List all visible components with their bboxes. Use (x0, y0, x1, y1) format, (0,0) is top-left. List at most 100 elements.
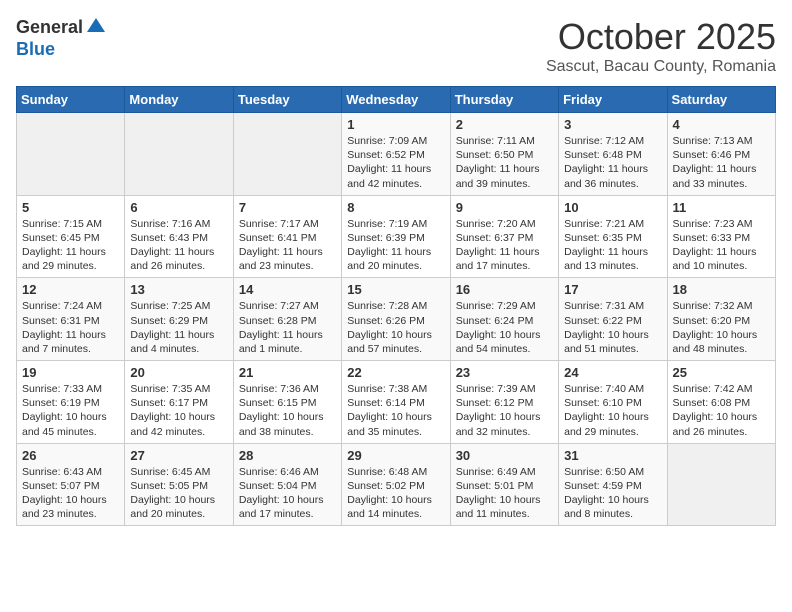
day-info: Sunrise: 7:35 AM Sunset: 6:17 PM Dayligh… (130, 382, 227, 439)
day-info: Sunrise: 7:20 AM Sunset: 6:37 PM Dayligh… (456, 217, 553, 274)
calendar-cell: 30 Sunrise: 6:49 AM Sunset: 5:01 PM Dayli… (450, 443, 558, 526)
calendar-cell: 11 Sunrise: 7:23 AM Sunset: 6:33 PM Dayli… (667, 195, 775, 278)
calendar-cell (667, 443, 775, 526)
day-info: Sunrise: 7:23 AM Sunset: 6:33 PM Dayligh… (673, 217, 770, 274)
day-number: 27 (130, 448, 227, 463)
calendar-cell: 21 Sunrise: 7:36 AM Sunset: 6:15 PM Dayli… (233, 361, 341, 444)
title-block: October 2025 Sascut, Bacau County, Roman… (546, 16, 776, 76)
logo-general: General (16, 17, 83, 38)
day-number: 16 (456, 282, 553, 297)
calendar-cell: 19 Sunrise: 7:33 AM Sunset: 6:19 PM Dayli… (17, 361, 125, 444)
day-info: Sunrise: 7:09 AM Sunset: 6:52 PM Dayligh… (347, 134, 444, 191)
calendar-cell: 2 Sunrise: 7:11 AM Sunset: 6:50 PM Daylig… (450, 113, 558, 196)
day-info: Sunrise: 7:39 AM Sunset: 6:12 PM Dayligh… (456, 382, 553, 439)
calendar-cell: 20 Sunrise: 7:35 AM Sunset: 6:17 PM Dayli… (125, 361, 233, 444)
day-number: 31 (564, 448, 661, 463)
day-number: 14 (239, 282, 336, 297)
day-info: Sunrise: 6:43 AM Sunset: 5:07 PM Dayligh… (22, 465, 119, 522)
weekday-header-thursday: Thursday (450, 87, 558, 113)
calendar-table: SundayMondayTuesdayWednesdayThursdayFrid… (16, 86, 776, 526)
page-header: General Blue October 2025 Sascut, Bacau … (16, 16, 776, 76)
weekday-header-tuesday: Tuesday (233, 87, 341, 113)
calendar-cell: 1 Sunrise: 7:09 AM Sunset: 6:52 PM Daylig… (342, 113, 450, 196)
day-info: Sunrise: 7:27 AM Sunset: 6:28 PM Dayligh… (239, 299, 336, 356)
weekday-header-monday: Monday (125, 87, 233, 113)
day-info: Sunrise: 7:32 AM Sunset: 6:20 PM Dayligh… (673, 299, 770, 356)
day-info: Sunrise: 7:12 AM Sunset: 6:48 PM Dayligh… (564, 134, 661, 191)
day-number: 1 (347, 117, 444, 132)
day-number: 19 (22, 365, 119, 380)
calendar-cell: 24Sunrise: 7:40 AM Sunset: 6:10 PM Dayli… (559, 361, 667, 444)
calendar-cell: 9 Sunrise: 7:20 AM Sunset: 6:37 PM Daylig… (450, 195, 558, 278)
day-info: Sunrise: 6:46 AM Sunset: 5:04 PM Dayligh… (239, 465, 336, 522)
day-number: 15 (347, 282, 444, 297)
calendar-cell: 28 Sunrise: 6:46 AM Sunset: 5:04 PM Dayli… (233, 443, 341, 526)
day-info: Sunrise: 7:36 AM Sunset: 6:15 PM Dayligh… (239, 382, 336, 439)
day-number: 4 (673, 117, 770, 132)
day-number: 10 (564, 200, 661, 215)
day-number: 21 (239, 365, 336, 380)
day-number: 20 (130, 365, 227, 380)
day-info: Sunrise: 7:17 AM Sunset: 6:41 PM Dayligh… (239, 217, 336, 274)
calendar-cell: 8 Sunrise: 7:19 AM Sunset: 6:39 PM Daylig… (342, 195, 450, 278)
day-info: Sunrise: 7:29 AM Sunset: 6:24 PM Dayligh… (456, 299, 553, 356)
calendar-cell: 14 Sunrise: 7:27 AM Sunset: 6:28 PM Dayli… (233, 278, 341, 361)
day-info: Sunrise: 7:21 AM Sunset: 6:35 PM Dayligh… (564, 217, 661, 274)
day-info: Sunrise: 7:38 AM Sunset: 6:14 PM Dayligh… (347, 382, 444, 439)
day-number: 8 (347, 200, 444, 215)
calendar-cell: 15 Sunrise: 7:28 AM Sunset: 6:26 PM Dayli… (342, 278, 450, 361)
calendar-cell: 23Sunrise: 7:39 AM Sunset: 6:12 PM Dayli… (450, 361, 558, 444)
day-info: Sunrise: 6:45 AM Sunset: 5:05 PM Dayligh… (130, 465, 227, 522)
day-info: Sunrise: 7:24 AM Sunset: 6:31 PM Dayligh… (22, 299, 119, 356)
calendar-cell: 5 Sunrise: 7:15 AM Sunset: 6:45 PM Daylig… (17, 195, 125, 278)
day-info: Sunrise: 7:25 AM Sunset: 6:29 PM Dayligh… (130, 299, 227, 356)
month-title: October 2025 (546, 16, 776, 58)
calendar-cell: 6 Sunrise: 7:16 AM Sunset: 6:43 PM Daylig… (125, 195, 233, 278)
calendar-cell: 17 Sunrise: 7:31 AM Sunset: 6:22 PM Dayli… (559, 278, 667, 361)
calendar-week-row: 26Sunrise: 6:43 AM Sunset: 5:07 PM Dayli… (17, 443, 776, 526)
calendar-cell: 12Sunrise: 7:24 AM Sunset: 6:31 PM Dayli… (17, 278, 125, 361)
location-subtitle: Sascut, Bacau County, Romania (546, 58, 776, 76)
calendar-cell: 31 Sunrise: 6:50 AM Sunset: 4:59 PM Dayli… (559, 443, 667, 526)
day-number: 6 (130, 200, 227, 215)
calendar-cell: 27 Sunrise: 6:45 AM Sunset: 5:05 PM Dayli… (125, 443, 233, 526)
weekday-header-wednesday: Wednesday (342, 87, 450, 113)
day-number: 7 (239, 200, 336, 215)
day-info: Sunrise: 7:31 AM Sunset: 6:22 PM Dayligh… (564, 299, 661, 356)
day-number: 13 (130, 282, 227, 297)
calendar-cell (17, 113, 125, 196)
day-number: 5 (22, 200, 119, 215)
day-info: Sunrise: 6:50 AM Sunset: 4:59 PM Dayligh… (564, 465, 661, 522)
day-number: 2 (456, 117, 553, 132)
calendar-cell: 7 Sunrise: 7:17 AM Sunset: 6:41 PM Daylig… (233, 195, 341, 278)
day-info: Sunrise: 6:48 AM Sunset: 5:02 PM Dayligh… (347, 465, 444, 522)
day-number: 17 (564, 282, 661, 297)
calendar-week-row: 19 Sunrise: 7:33 AM Sunset: 6:19 PM Dayli… (17, 361, 776, 444)
weekday-header-saturday: Saturday (667, 87, 775, 113)
day-number: 25 (673, 365, 770, 380)
day-info: Sunrise: 7:33 AM Sunset: 6:19 PM Dayligh… (22, 382, 119, 439)
day-number: 28 (239, 448, 336, 463)
day-info: Sunrise: 7:16 AM Sunset: 6:43 PM Dayligh… (130, 217, 227, 274)
logo-blue: Blue (16, 39, 55, 59)
day-info: Sunrise: 7:15 AM Sunset: 6:45 PM Dayligh… (22, 217, 119, 274)
calendar-cell (125, 113, 233, 196)
day-number: 9 (456, 200, 553, 215)
calendar-cell: 13 Sunrise: 7:25 AM Sunset: 6:29 PM Dayli… (125, 278, 233, 361)
day-number: 11 (673, 200, 770, 215)
day-info: Sunrise: 6:49 AM Sunset: 5:01 PM Dayligh… (456, 465, 553, 522)
day-number: 30 (456, 448, 553, 463)
day-info: Sunrise: 7:19 AM Sunset: 6:39 PM Dayligh… (347, 217, 444, 274)
calendar-week-row: 12Sunrise: 7:24 AM Sunset: 6:31 PM Dayli… (17, 278, 776, 361)
day-info: Sunrise: 7:28 AM Sunset: 6:26 PM Dayligh… (347, 299, 444, 356)
weekday-header-sunday: Sunday (17, 87, 125, 113)
calendar-cell: 3Sunrise: 7:12 AM Sunset: 6:48 PM Daylig… (559, 113, 667, 196)
calendar-cell: 10 Sunrise: 7:21 AM Sunset: 6:35 PM Dayli… (559, 195, 667, 278)
calendar-week-row: 5 Sunrise: 7:15 AM Sunset: 6:45 PM Daylig… (17, 195, 776, 278)
day-number: 18 (673, 282, 770, 297)
day-info: Sunrise: 7:11 AM Sunset: 6:50 PM Dayligh… (456, 134, 553, 191)
calendar-cell: 16 Sunrise: 7:29 AM Sunset: 6:24 PM Dayli… (450, 278, 558, 361)
day-number: 22 (347, 365, 444, 380)
calendar-cell (233, 113, 341, 196)
calendar-cell: 18 Sunrise: 7:32 AM Sunset: 6:20 PM Dayli… (667, 278, 775, 361)
